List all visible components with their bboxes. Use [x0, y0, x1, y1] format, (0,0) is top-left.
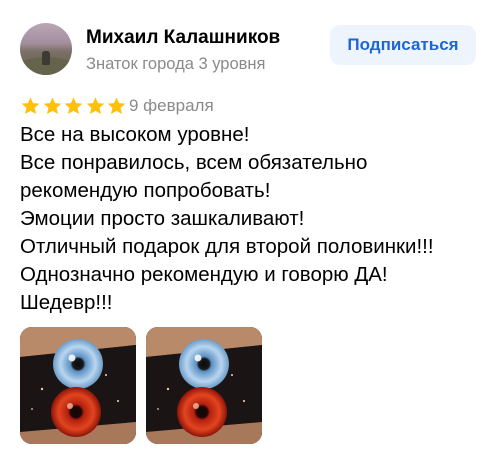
rating-stars [20, 96, 128, 116]
star-icon [64, 97, 83, 114]
review-photo-1[interactable] [20, 327, 136, 444]
star-icon [86, 97, 104, 114]
eye-print-photo-image [146, 327, 262, 444]
review-text-line: Отличный подарок для второй половинки!!! [20, 235, 434, 258]
star-icon [21, 97, 40, 114]
review-text-line: Все на высоком уровне! [20, 123, 250, 146]
review-text-line: Эмоции просто зашкаливают! [20, 207, 305, 230]
star-icon [43, 97, 61, 114]
review-text-line: Все понравилось, всем обязательно [20, 151, 368, 174]
review-text-line: Однозначно рекомендую и говорю ДА! [20, 263, 388, 286]
review-text-line: рекомендую попробовать! [20, 179, 271, 202]
author-name[interactable]: Михаил Калашников [86, 27, 280, 49]
author-level: Знаток города 3 уровня [86, 55, 266, 73]
review-text-line: Шедевр!!! [20, 291, 113, 314]
subscribe-button[interactable]: Подписаться [330, 25, 476, 65]
review-photo-2[interactable] [146, 327, 262, 444]
star-icon [107, 97, 126, 114]
avatar-person-silhouette [42, 51, 50, 65]
review-text: Все на высоком уровне! Все понравилось, … [20, 121, 490, 317]
review-date: 9 февраля [129, 96, 214, 115]
eye-print-photo-image [20, 327, 136, 444]
author-avatar[interactable] [20, 23, 72, 75]
